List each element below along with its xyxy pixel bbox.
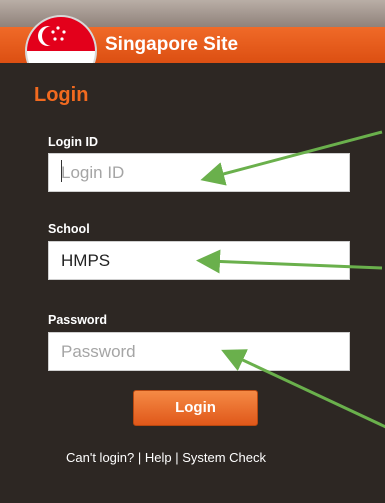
help-link[interactable]: Help — [145, 450, 172, 465]
site-title: Singapore Site — [105, 34, 239, 55]
text-caret — [61, 160, 62, 182]
password-label: Password — [48, 313, 108, 327]
login-id-label: Login ID — [48, 135, 98, 149]
password-field[interactable]: Password — [48, 332, 350, 371]
login-id-field[interactable]: Login ID — [48, 153, 350, 192]
school-label: School — [48, 222, 90, 236]
cant-login-link[interactable]: Can't login? — [66, 450, 134, 465]
footer-links: Can't login? | Help | System Check — [66, 450, 326, 465]
school-field[interactable]: HMPS — [48, 241, 350, 280]
system-check-link[interactable]: System Check — [182, 450, 266, 465]
login-button[interactable]: Login — [133, 390, 258, 426]
separator-1: | — [134, 450, 145, 465]
login-heading: Login — [34, 84, 89, 106]
separator-2: | — [171, 450, 183, 465]
login-panel — [0, 63, 385, 503]
